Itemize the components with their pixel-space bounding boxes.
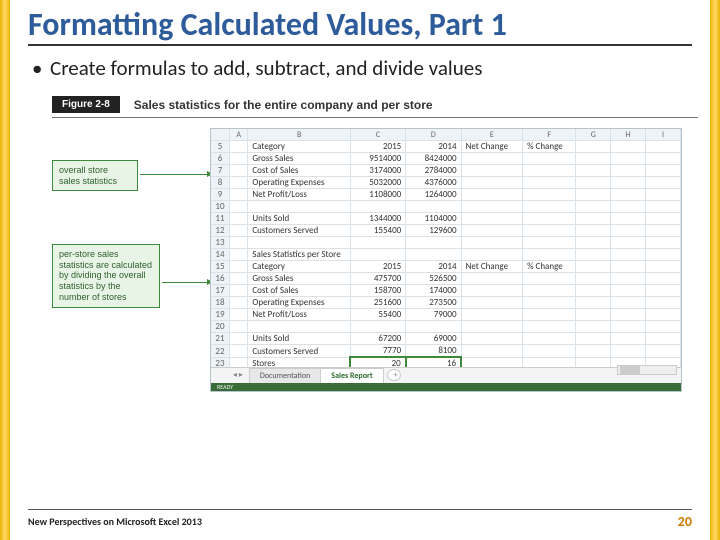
h-scrollbar[interactable] bbox=[617, 365, 677, 375]
figure-rule bbox=[52, 117, 698, 118]
table-row: 17Cost of Sales158700174000 bbox=[211, 285, 681, 297]
footer-rule bbox=[28, 509, 692, 510]
add-sheet-button[interactable]: + bbox=[387, 369, 401, 381]
table-row: 19Net Profit/Loss5540079000 bbox=[211, 309, 681, 321]
slide-content: Formatting Calculated Values, Part 1 Cre… bbox=[0, 0, 720, 404]
table-row: 9Net Profit/Loss11080001264000 bbox=[211, 189, 681, 201]
spreadsheet-grid: A B C D E F G H I 5Category20152014Net C… bbox=[211, 129, 681, 372]
table-row: 7Cost of Sales31740002784000 bbox=[211, 165, 681, 177]
bullet-point: Create formulas to add, subtract, and di… bbox=[28, 56, 692, 81]
slide-title: Formatting Calculated Values, Part 1 bbox=[28, 8, 692, 46]
column-header-row: A B C D E F G H I bbox=[211, 129, 681, 141]
table-row: 10 bbox=[211, 201, 681, 213]
status-bar: READY bbox=[211, 383, 681, 391]
figure-container: Figure 2-8 Sales statistics for the enti… bbox=[52, 95, 698, 404]
table-row: 15Category20152014Net Change% Change bbox=[211, 261, 681, 273]
table-row: 12Customers Served155400129600 bbox=[211, 225, 681, 237]
table-row: 22Customers Served77708100 bbox=[211, 345, 681, 358]
callout-perstore-arrow bbox=[162, 282, 208, 283]
callout-overall-arrow bbox=[140, 174, 208, 175]
sheet-tab-sales-report[interactable]: Sales Report bbox=[320, 368, 383, 383]
figure-caption: Sales statistics for the entire company … bbox=[120, 98, 433, 112]
accent-bar-left bbox=[0, 0, 10, 540]
table-row: 6Gross Sales95140008424000 bbox=[211, 153, 681, 165]
table-row: 14Sales Statistics per Store bbox=[211, 249, 681, 261]
accent-bar-right bbox=[710, 0, 720, 540]
table-row: 16Gross Sales475700526500 bbox=[211, 273, 681, 285]
table-row: 5Category20152014Net Change% Change bbox=[211, 141, 681, 153]
callout-perstore: per-store sales statistics are calculate… bbox=[52, 244, 160, 308]
figure-label: Figure 2-8 bbox=[52, 96, 120, 113]
table-row: 13 bbox=[211, 237, 681, 249]
tab-nav-icon[interactable]: ◂ ▸ bbox=[233, 370, 243, 380]
table-row: 21Units Sold6720069000 bbox=[211, 333, 681, 345]
table-row: 8Operating Expenses50320004376000 bbox=[211, 177, 681, 189]
table-row: 18Operating Expenses251600273500 bbox=[211, 297, 681, 309]
figure-header: Figure 2-8 Sales statistics for the enti… bbox=[52, 95, 698, 115]
footer-text: New Perspectives on Microsoft Excel 2013 bbox=[28, 515, 202, 528]
figure-body: overall store sales statistics per-store… bbox=[52, 126, 698, 404]
sheet-tab-documentation[interactable]: Documentation bbox=[249, 368, 321, 383]
table-row: 20 bbox=[211, 321, 681, 333]
table-row: 11Units Sold13440001104000 bbox=[211, 213, 681, 225]
spreadsheet: A B C D E F G H I 5Category20152014Net C… bbox=[210, 128, 682, 392]
sheet-tabs-bar: ◂ ▸ Documentation Sales Report + bbox=[211, 367, 681, 383]
callout-overall: overall store sales statistics bbox=[52, 160, 138, 192]
page-number: 20 bbox=[678, 513, 692, 530]
